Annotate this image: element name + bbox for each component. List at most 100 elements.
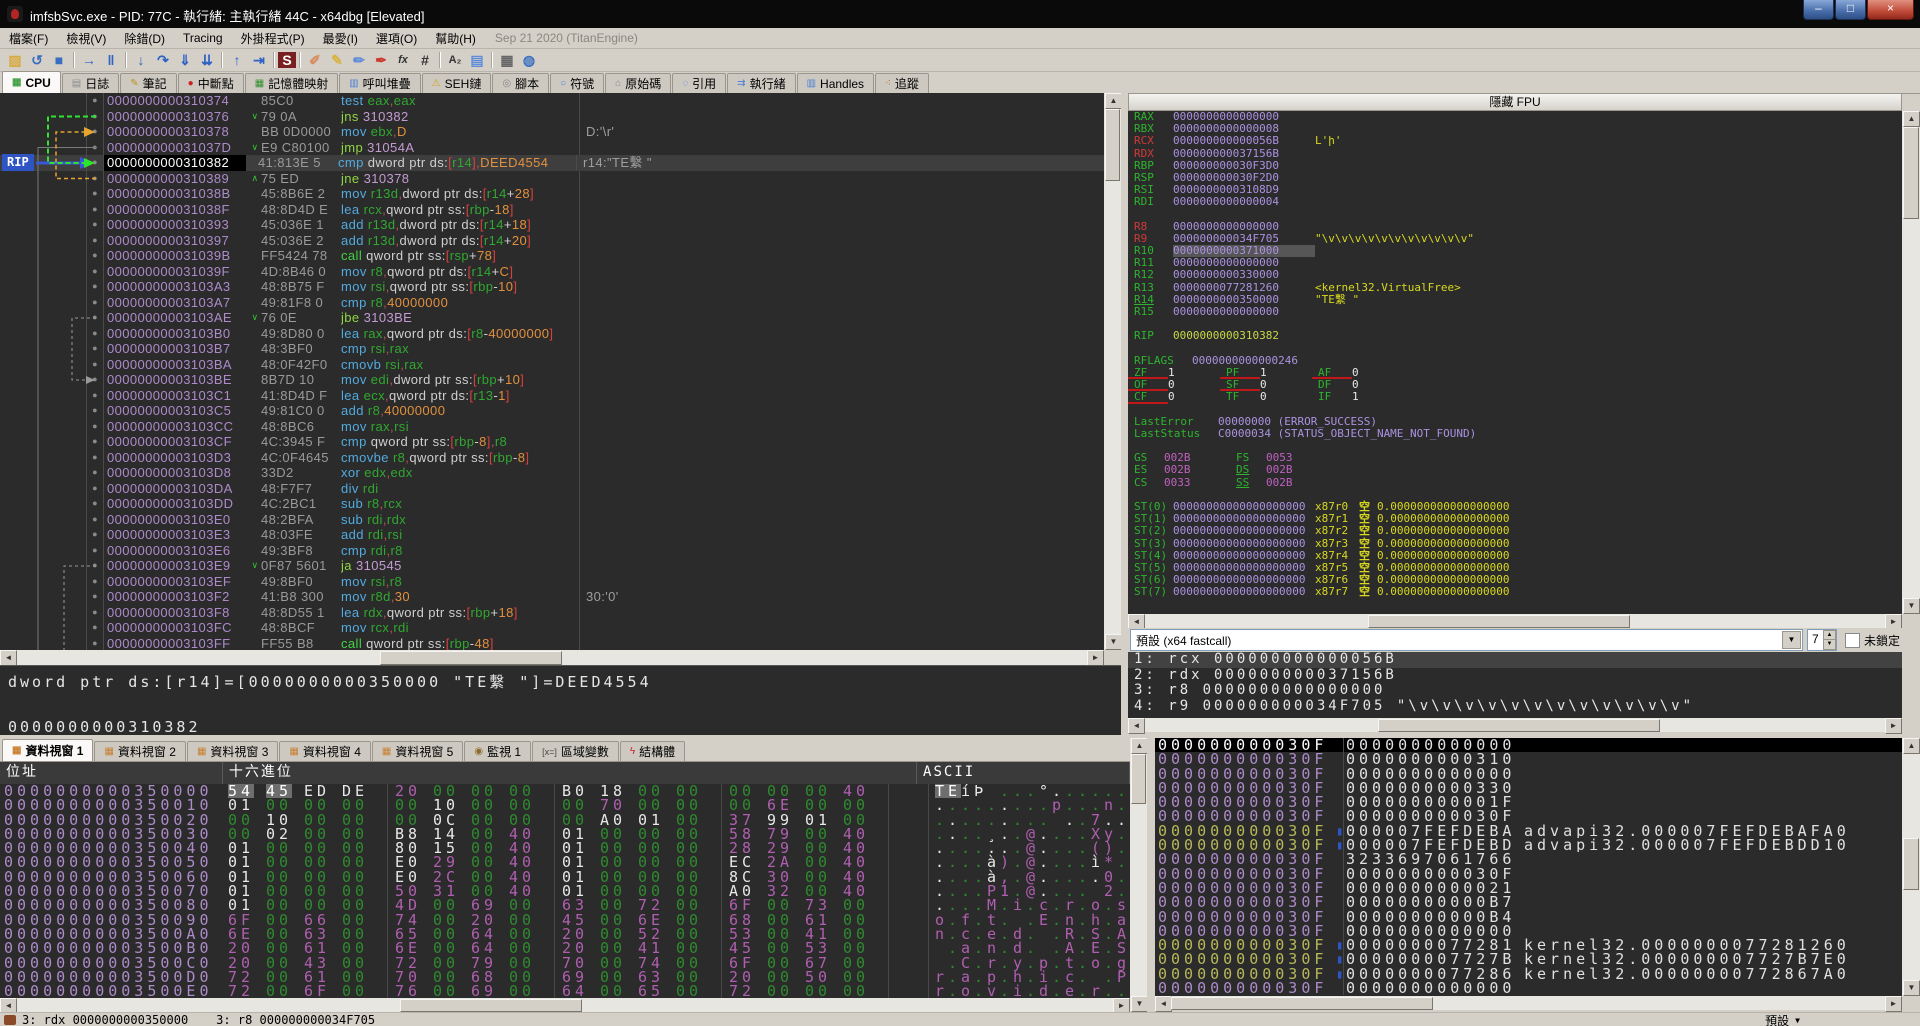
vertical-splitter[interactable] xyxy=(1121,93,1128,735)
disasm-row[interactable]: ●00000000003103B049:8D80 0lea rax,qword … xyxy=(0,326,1104,342)
tab-Handles[interactable]: ▥Handles xyxy=(797,73,874,93)
run-to-user-code-icon[interactable]: ⇥ xyxy=(248,50,270,70)
stack-row[interactable]: 000000000030F▮000007FEFDEBAadvapi32.0000… xyxy=(1155,824,1902,838)
register-row[interactable]: RDX000000000037156B xyxy=(1128,148,1902,160)
fx-icon[interactable]: fx xyxy=(392,50,414,70)
tab-原始碼[interactable]: ⌂原始碼 xyxy=(605,73,671,93)
comment-icon[interactable]: ✎ xyxy=(326,50,348,70)
minimize-button[interactable]: – xyxy=(1803,0,1834,20)
register-row[interactable]: RFLAGS0000000000000246 xyxy=(1128,355,1902,367)
stack-row[interactable]: 000000000030F▮0000000077286kernel32.0000… xyxy=(1155,967,1902,981)
globe-icon[interactable]: ◍ xyxy=(518,50,540,70)
step-out-icon[interactable]: ↑ xyxy=(226,50,248,70)
disasm-row[interactable]: ●00000000003103FFFF55 B8call qword ptr s… xyxy=(0,636,1104,651)
disasm-vscrollbar[interactable]: ▲ ▼ xyxy=(1104,93,1121,650)
disasm-row[interactable]: ●00000000003103AE∨76 0Ejbe 3103BE xyxy=(0,310,1104,326)
dump-tab-資料視窗 1[interactable]: ▦資料視窗 1 xyxy=(2,739,93,761)
register-row[interactable]: LastStatusC0000034 (STATUS_OBJECT_NAME_N… xyxy=(1128,428,1902,440)
tab-腳本[interactable]: ◎腳本 xyxy=(492,73,549,93)
stack-row[interactable]: 000000000030F▮000000007727Bkernel32.0000… xyxy=(1155,952,1902,966)
tab-執行緒[interactable]: ⇉執行緒 xyxy=(727,73,795,93)
hash-icon[interactable]: # xyxy=(414,50,436,70)
register-row[interactable]: ES002BDS002B xyxy=(1128,464,1902,476)
stack-row[interactable]: 000000000030F0000000000310 xyxy=(1155,752,1902,766)
menu-item[interactable]: 最愛(I) xyxy=(314,28,367,49)
dump-vscrollbar[interactable]: ▲ ▼ xyxy=(1130,738,1147,1012)
stack-row[interactable]: 000000000030F0000000000000 xyxy=(1155,738,1902,752)
disassembly-view[interactable]: ●000000000031037485C0test eax,eax ●000000… xyxy=(0,93,1104,650)
chevron-down-icon[interactable]: ▼ xyxy=(1782,631,1801,649)
tab-記憶體映射[interactable]: ▦記憶體映射 xyxy=(245,73,338,93)
disasm-row[interactable]: ●00000000003103B748:3BF0cmp rsi,rax xyxy=(0,341,1104,357)
run-icon[interactable]: → xyxy=(78,50,100,70)
disasm-row[interactable]: ●000000000031039BFF5424 78call qword ptr… xyxy=(0,248,1104,264)
argument-row[interactable]: 3: r8 0000000000000000 xyxy=(1128,683,1902,699)
status-profile[interactable]: 預設 ▼ xyxy=(1765,1012,1800,1026)
maximize-button[interactable]: □ xyxy=(1835,0,1866,20)
argument-row[interactable]: 4: r9 000000000034F705 "\v\v\v\v\v\v\v\v… xyxy=(1128,699,1902,715)
register-row[interactable]: OF0SF0DF0 xyxy=(1128,379,1902,391)
register-row[interactable] xyxy=(1128,404,1902,416)
stack-row[interactable]: 000000000030F▮0000000077281kernel32.0000… xyxy=(1155,938,1902,952)
calling-convention-select[interactable]: 預設 (x64 fastcall) ▼ xyxy=(1130,629,1803,651)
register-row[interactable]: RIP0000000000310382 xyxy=(1128,330,1902,342)
stack-row[interactable]: 000000000030F00000000000B7 xyxy=(1155,895,1902,909)
highlight-icon[interactable]: ✒ xyxy=(370,50,392,70)
disasm-row[interactable]: ●000000000031039745:036E 2add r13d,dword… xyxy=(0,233,1104,249)
stack-row[interactable]: 000000000030F0000000000000 xyxy=(1155,981,1902,995)
hide-fpu-button[interactable]: 隱藏 FPU xyxy=(1128,93,1902,111)
register-row[interactable]: RDI0000000000000004 xyxy=(1128,196,1902,208)
stop-icon[interactable]: ■ xyxy=(48,50,70,70)
register-row[interactable]: R150000000000000000 xyxy=(1128,306,1902,318)
register-row[interactable]: RCX000000000000056BL'ի' xyxy=(1128,135,1902,147)
stack-row[interactable]: 000000000030F0000000000000 xyxy=(1155,767,1902,781)
disasm-row[interactable]: ●000000000031037485C0test eax,eax xyxy=(0,93,1104,109)
disasm-row[interactable]: ●00000000003103A348:8B75 Fmov rsi,qword … xyxy=(0,279,1104,295)
disasm-row[interactable]: ●000000000031038B45:8B6E 2mov r13d,dword… xyxy=(0,186,1104,202)
disasm-row[interactable]: ●00000000003103A749:81F8 0cmp r8,4000000… xyxy=(0,295,1104,311)
disasm-row[interactable]: ●00000000003103BE8B7D 10mov edi,dword pt… xyxy=(0,372,1104,388)
register-row[interactable]: R130000000077281260<kernel32.VirtualFree… xyxy=(1128,282,1902,294)
print-icon[interactable]: ▤ xyxy=(466,50,488,70)
dump-tab-資料視窗 5[interactable]: ▦資料視窗 5 xyxy=(372,741,463,761)
stack-row[interactable]: 000000000030F000000000030F xyxy=(1155,809,1902,823)
tab-日誌[interactable]: ▤日誌 xyxy=(62,73,119,93)
disasm-row[interactable]: ●00000000003103E9∨0F87 5601ja 310545 xyxy=(0,558,1104,574)
disasm-row[interactable]: ●00000000003103E649:3BF8cmp rdi,r8 xyxy=(0,543,1104,559)
stack-row[interactable]: 000000000030F▮000007FEFDEBDadvapi32.0000… xyxy=(1155,838,1902,852)
stepper-down-icon[interactable]: ▼ xyxy=(1823,639,1836,650)
stack-vscrollbar[interactable]: ▲ ▼ xyxy=(1902,738,1920,996)
disasm-row[interactable]: ●00000000003103F241:B8 300mov r8d,3030:'… xyxy=(0,589,1104,605)
stack-hscrollbar[interactable]: ◄ ► xyxy=(1155,996,1902,1010)
register-row[interactable] xyxy=(1128,209,1902,221)
disasm-row[interactable]: ●00000000003103D833D2xor edx,edx xyxy=(0,465,1104,481)
stack-row[interactable]: 000000000030F3233697061766 xyxy=(1155,852,1902,866)
step-over-icon[interactable]: ↷ xyxy=(152,50,174,70)
menu-item[interactable]: 選項(O) xyxy=(367,28,426,49)
menu-item[interactable]: 檢視(V) xyxy=(57,28,115,49)
menu-item[interactable]: 外掛程式(P) xyxy=(232,28,314,49)
tab-引用[interactable]: ◌引用 xyxy=(672,73,726,93)
dump-tab-監視 1[interactable]: ◉監視 1 xyxy=(464,741,531,761)
open-file-icon[interactable]: ▨ xyxy=(4,50,26,70)
disasm-row[interactable]: ●00000000003103DA48:F7F7div rdi xyxy=(0,481,1104,497)
stack-row[interactable]: 000000000030F0000000000021 xyxy=(1155,881,1902,895)
menu-item[interactable]: Tracing xyxy=(174,29,232,47)
disasm-row[interactable]: ●00000000003103C549:81C0 0add r8,4000000… xyxy=(0,403,1104,419)
stack-row[interactable]: 000000000030F0000000000330 xyxy=(1155,781,1902,795)
arguments-hscrollbar[interactable]: ◄ ► xyxy=(1128,718,1902,732)
calculator-icon[interactable]: ▦ xyxy=(496,50,518,70)
close-button[interactable]: × xyxy=(1867,0,1914,20)
disasm-row[interactable]: ●00000000003103E048:2BFAsub rdi,rdx xyxy=(0,512,1104,528)
tab-呼叫堆疊[interactable]: ▥呼叫堆疊 xyxy=(339,73,420,93)
disasm-row[interactable]: ●00000000003103E348:03FEadd rdi,rsi xyxy=(0,527,1104,543)
font-icon[interactable]: A₂ xyxy=(444,50,466,70)
restart-icon[interactable]: ↺ xyxy=(26,50,48,70)
register-row[interactable]: ST(3)00000000000000000000x87r3空0.0000000… xyxy=(1128,538,1902,550)
dump-stack-splitter[interactable] xyxy=(1147,738,1155,1012)
register-row[interactable]: R120000000000330000 xyxy=(1128,269,1902,281)
disasm-row[interactable]: ●0000000000310389∧75 EDjne 310378 xyxy=(0,171,1104,187)
register-row[interactable]: CF0TF0IF1 xyxy=(1128,391,1902,403)
disasm-row[interactable]: ●00000000003103F848:8D55 1lea rdx,qword … xyxy=(0,605,1104,621)
stack-row[interactable]: 000000000030F00000000000B4 xyxy=(1155,910,1902,924)
